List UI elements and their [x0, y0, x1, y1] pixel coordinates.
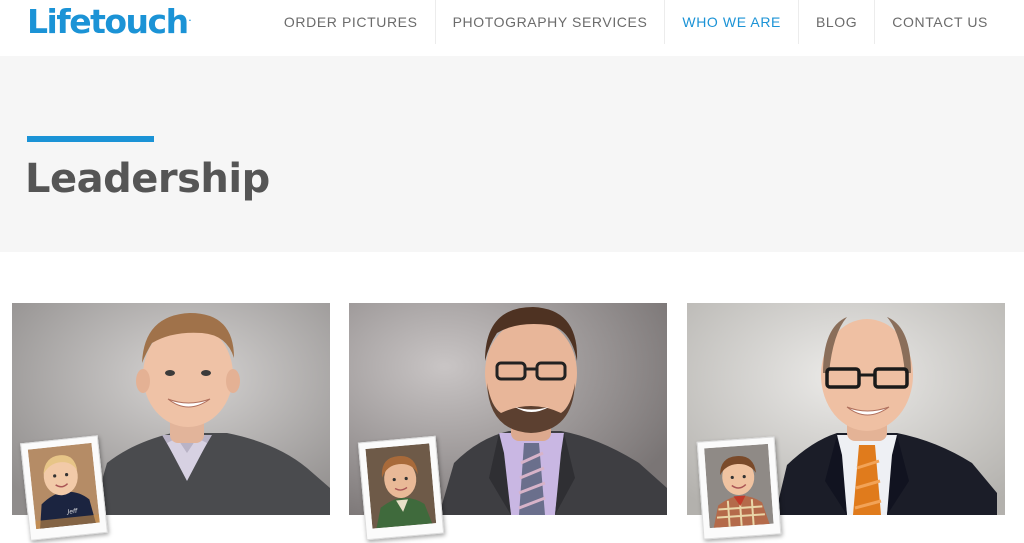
nav-contact-us[interactable]: CONTACT US: [874, 0, 1005, 44]
page-title: Leadership: [25, 156, 270, 202]
leader-card-1[interactable]: Jeff: [12, 303, 330, 541]
logo-registered-mark: .: [188, 15, 192, 23]
logo-text: Lifetouch: [27, 2, 189, 41]
nav-who-we-are[interactable]: WHO WE ARE: [664, 0, 798, 44]
title-accent-bar: [27, 136, 154, 142]
nav-photography-services[interactable]: PHOTOGRAPHY SERVICES: [434, 0, 665, 44]
site-header: Lifetouch. ORDER PICTURES PHOTOGRAPHY SE…: [0, 0, 1024, 56]
leader-2-childhood-photo: [357, 435, 445, 541]
nav-blog[interactable]: BLOG: [797, 0, 874, 44]
svg-text:Jeff: Jeff: [66, 508, 78, 516]
main-nav: ORDER PICTURES PHOTOGRAPHY SERVICES WHO …: [267, 0, 1005, 44]
leader-3-childhood-photo: [696, 436, 782, 540]
nav-order-pictures[interactable]: ORDER PICTURES: [267, 0, 435, 44]
leader-1-childhood-photo: Jeff: [20, 435, 108, 541]
leader-card-3[interactable]: [687, 303, 1005, 540]
page-hero: Leadership: [0, 56, 1024, 252]
leader-card-2[interactable]: [349, 303, 667, 541]
lifetouch-logo[interactable]: Lifetouch.: [27, 2, 191, 41]
